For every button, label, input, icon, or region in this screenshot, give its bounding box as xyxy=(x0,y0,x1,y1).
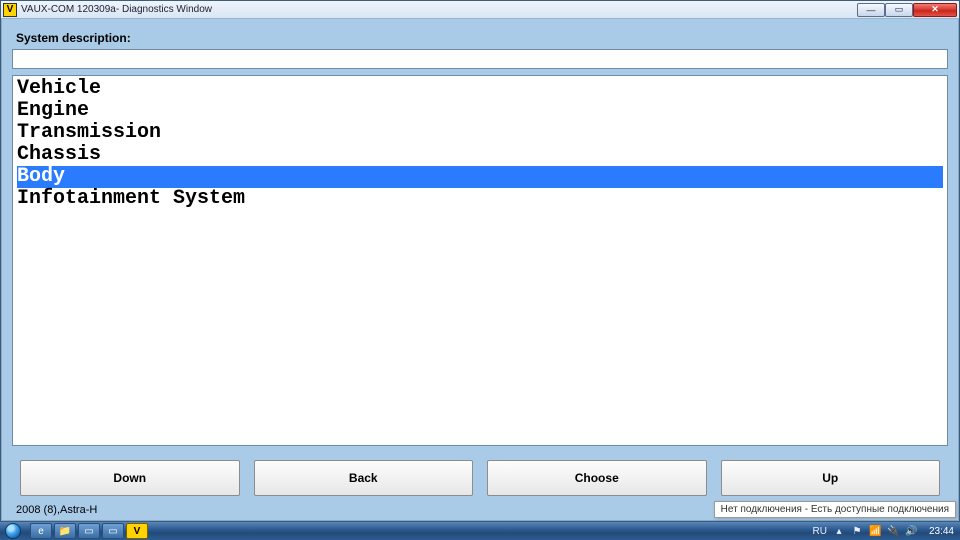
bottom-button-row: Down Back Choose Up xyxy=(20,460,940,496)
system-tray: RU ▴ ⚑ 📶 🔌 🔊 xyxy=(807,526,923,537)
network-icon[interactable]: 📶 xyxy=(869,526,881,537)
window-controls: — ▭ ✕ xyxy=(857,3,957,17)
power-icon[interactable]: 🔌 xyxy=(887,526,899,537)
volume-icon[interactable]: 🔊 xyxy=(905,526,917,537)
app-icon-letter: V xyxy=(7,4,14,15)
taskbar-clock[interactable]: 23:44 xyxy=(923,526,960,537)
back-button[interactable]: Back xyxy=(254,460,474,496)
taskbar-app-3[interactable]: ▭ xyxy=(78,523,100,539)
flag-icon[interactable]: ⚑ xyxy=(851,526,863,537)
app-icon: V xyxy=(3,3,17,17)
system-description-input[interactable] xyxy=(12,49,948,69)
back-button-label: Back xyxy=(349,471,378,485)
pinned-apps: e 📁 ▭ ▭ V xyxy=(30,523,148,539)
chevron-up-icon[interactable]: ▴ xyxy=(833,526,845,537)
choose-button[interactable]: Choose xyxy=(487,460,707,496)
list-item[interactable]: Chassis xyxy=(17,144,943,166)
start-button[interactable] xyxy=(0,522,26,540)
windows-orb-icon xyxy=(5,523,21,539)
down-button-label: Down xyxy=(113,471,146,485)
taskbar-app-vauxcom[interactable]: V xyxy=(126,523,148,539)
taskbar-app-2[interactable]: 📁 xyxy=(54,523,76,539)
down-button[interactable]: Down xyxy=(20,460,240,496)
up-button[interactable]: Up xyxy=(721,460,941,496)
system-listbox[interactable]: VehicleEngineTransmissionChassisBodyInfo… xyxy=(12,75,948,446)
minimize-button[interactable]: — xyxy=(857,3,885,17)
lang-indicator[interactable]: RU xyxy=(813,526,827,537)
network-balloon[interactable]: Нет подключения - Есть доступные подключ… xyxy=(714,501,956,518)
up-button-label: Up xyxy=(822,471,838,485)
app-window: V VAUX-COM 120309a- Diagnostics Window —… xyxy=(0,0,960,522)
choose-button-label: Choose xyxy=(575,471,619,485)
maximize-button[interactable]: ▭ xyxy=(885,3,913,17)
client-area: System description: VehicleEngineTransmi… xyxy=(1,19,959,521)
taskbar-app-1[interactable]: e xyxy=(30,523,52,539)
list-item[interactable]: Body xyxy=(17,166,943,188)
list-item[interactable]: Infotainment System xyxy=(17,188,943,210)
list-item[interactable]: Vehicle xyxy=(17,78,943,100)
system-description-label: System description: xyxy=(16,31,948,45)
close-button[interactable]: ✕ xyxy=(913,3,957,17)
list-item[interactable]: Transmission xyxy=(17,122,943,144)
taskbar: e 📁 ▭ ▭ V RU ▴ ⚑ 📶 🔌 🔊 23:44 xyxy=(0,522,960,540)
taskbar-app-4[interactable]: ▭ xyxy=(102,523,124,539)
titlebar: V VAUX-COM 120309a- Diagnostics Window —… xyxy=(1,1,959,19)
window-title: VAUX-COM 120309a- Diagnostics Window xyxy=(21,4,857,15)
list-item[interactable]: Engine xyxy=(17,100,943,122)
